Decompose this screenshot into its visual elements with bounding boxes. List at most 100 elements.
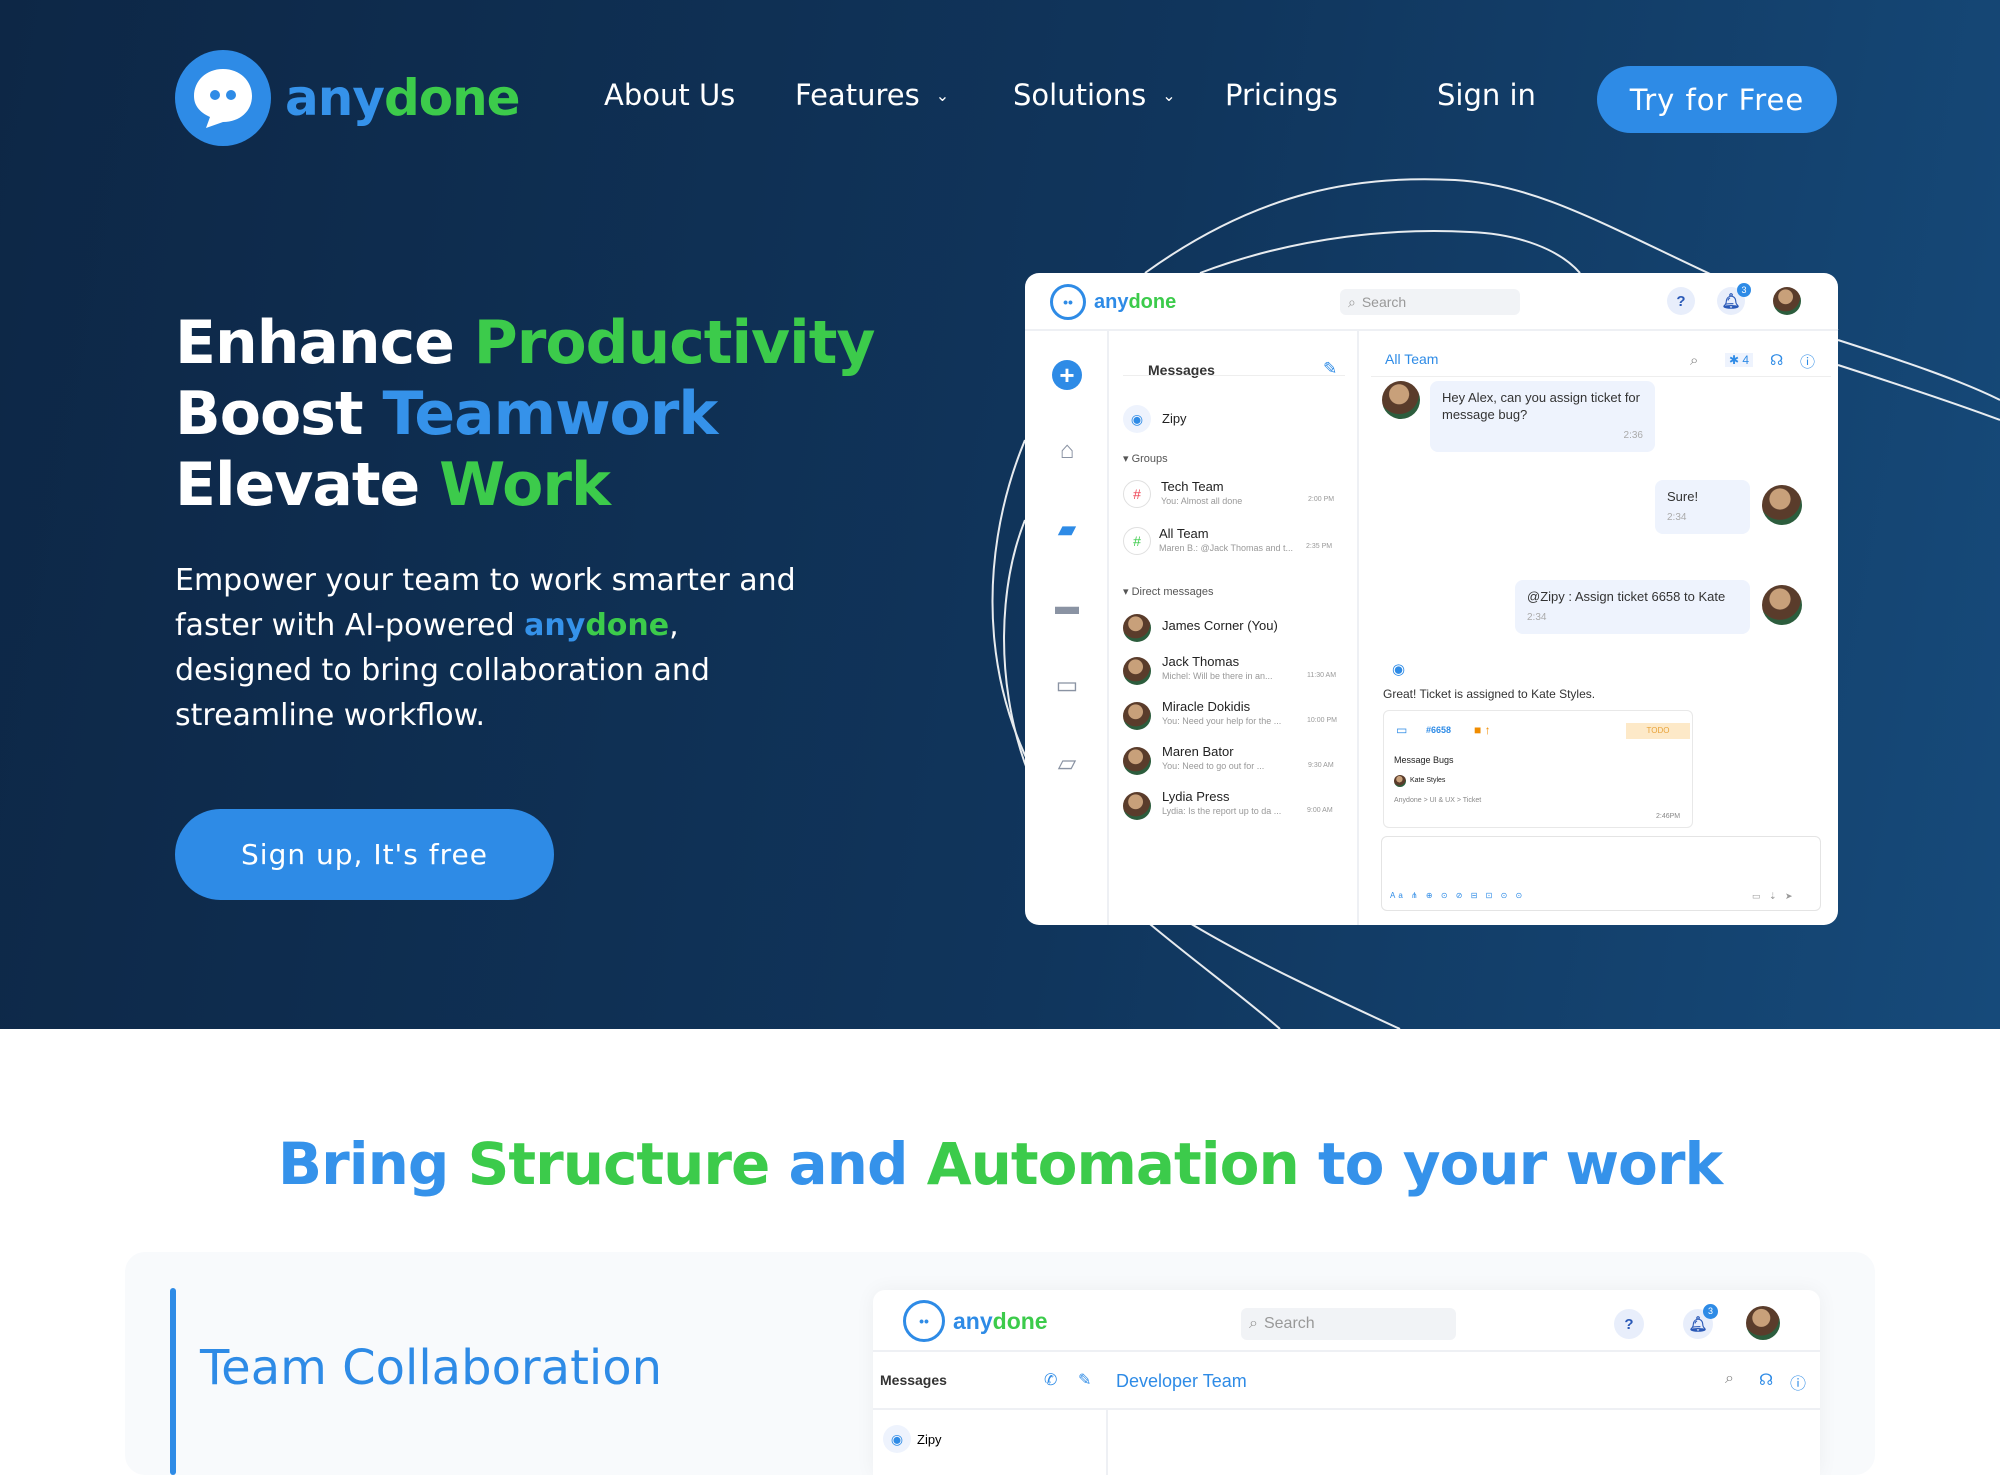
dm-name[interactable]: James Corner (You) xyxy=(1162,618,1278,633)
compose-icon[interactable]: ✎ xyxy=(1323,359,1337,379)
headline-3a: Elevate xyxy=(175,450,440,520)
nav-solutions[interactable]: Solutions ⌄ xyxy=(1013,78,1176,112)
pin-icon: ✱ xyxy=(1729,353,1743,367)
dm-label[interactable]: ▾ Direct messages xyxy=(1123,585,1214,598)
hero-headline: Enhance Productivity Boost Teamwork Elev… xyxy=(175,308,876,521)
dm-preview: Lydia: Is the report up to da ... xyxy=(1162,806,1282,816)
hash-icon: # xyxy=(1123,480,1151,508)
send-icon[interactable]: ▭ ⇣ ➤ xyxy=(1752,891,1796,902)
headline-line-1: Enhance Productivity xyxy=(175,308,876,379)
app-search-input[interactable]: ⌕ Search xyxy=(1340,289,1520,315)
app-brand: anydone xyxy=(1094,291,1176,314)
ticket-id: #6658 xyxy=(1426,725,1452,735)
channel-title: Developer Team xyxy=(1116,1371,1247,1391)
dm-name[interactable]: Maren Bator xyxy=(1162,744,1234,759)
chat-divider xyxy=(1371,376,1831,377)
try-for-free-button[interactable]: Try for Free xyxy=(1597,66,1837,133)
chat-area xyxy=(1385,351,1825,352)
user-avatar[interactable] xyxy=(1746,1306,1780,1340)
headline-1a: Enhance xyxy=(175,308,474,378)
app-logo: •• anydone xyxy=(1050,284,1176,320)
dm-preview: You: Need your help for the ... xyxy=(1162,716,1282,726)
header-divider xyxy=(873,1408,1820,1410)
notification-badge: 3 xyxy=(1703,1304,1718,1319)
groups-label[interactable]: ▾ Groups xyxy=(1123,452,1168,465)
calendar-icon[interactable]: ▭ xyxy=(1052,670,1082,700)
info-icon[interactable]: ⓘ xyxy=(1800,351,1815,372)
group-name[interactable]: Tech Team xyxy=(1161,479,1224,494)
pin-count-value: 4 xyxy=(1742,353,1750,367)
user-avatar[interactable] xyxy=(1773,287,1801,315)
group-preview: Maren B.: @Jack Thomas and t... xyxy=(1159,543,1294,553)
dm-name[interactable]: Lydia Press xyxy=(1162,789,1229,804)
feature-team-collaboration[interactable]: Team Collaboration xyxy=(200,1340,662,1396)
nav-solutions-label: Solutions xyxy=(1013,78,1147,112)
title-part-4: Automation xyxy=(926,1130,1300,1198)
notification-badge: 3 xyxy=(1737,283,1751,297)
chat-bubble-logo-icon: •• xyxy=(1050,284,1086,320)
chevron-down-icon: ⌄ xyxy=(1162,85,1176,105)
search-icon[interactable]: ⌕ xyxy=(1690,352,1698,369)
nav-features[interactable]: Features ⌄ xyxy=(795,78,949,112)
chat-message: @Zipy : Assign ticket 6658 to Kate 2:34 xyxy=(1515,580,1750,634)
chat-message: Sure! 2:34 xyxy=(1655,480,1750,534)
dm-time: 10:00 PM xyxy=(1307,717,1337,724)
avatar xyxy=(1123,792,1151,820)
folder-icon[interactable]: ▱ xyxy=(1052,748,1082,778)
title-part-2: Structure xyxy=(467,1130,771,1198)
avatar xyxy=(1123,614,1151,642)
phone-icon[interactable]: ✆ xyxy=(1044,1370,1057,1390)
ticket-icon: ▭ xyxy=(1396,723,1408,737)
group-name[interactable]: All Team xyxy=(1159,526,1209,541)
ticket-title: Message Bugs xyxy=(1394,755,1454,765)
avatar xyxy=(1762,485,1802,525)
chat-bubble-logo-icon: •• xyxy=(903,1300,945,1342)
dm-time: 9:30 AM xyxy=(1308,762,1334,769)
search-placeholder: Search xyxy=(1361,294,1407,310)
headline-1b: Productivity xyxy=(473,308,876,378)
dm-name[interactable]: Miracle Dokidis xyxy=(1162,699,1250,714)
headset-icon[interactable]: ☊ xyxy=(1759,1370,1773,1390)
message-text: Sure! xyxy=(1667,489,1699,504)
signup-button[interactable]: Sign up, It's free xyxy=(175,809,554,900)
chat-icon[interactable]: ▰ xyxy=(1052,514,1082,544)
bot-icon: ◉ xyxy=(1123,405,1151,433)
messages-title: Messages xyxy=(880,1372,947,1388)
pin-count[interactable]: ✱ 4 xyxy=(1725,353,1754,367)
group-preview: You: Almost all done xyxy=(1161,496,1243,506)
bot-message: Great! Ticket is assigned to Kate Styles… xyxy=(1383,687,1596,701)
section-title: Bring Structure and Automation to your w… xyxy=(0,1130,2000,1198)
formatting-toolbar-icon[interactable]: Aa ⋔ ⊕ ⊙ ⊘ ⊟ ⊡ ⊙ ⊙ xyxy=(1390,891,1525,900)
app-search-input[interactable]: ⌕ Search xyxy=(1241,1308,1456,1340)
app-preview: •• anydone ⌕ Search ? 🔔︎ 3 + ⌂ ▰ ▬ ▭ ▱ Me… xyxy=(1025,273,1838,925)
home-icon[interactable]: ⌂ xyxy=(1052,436,1082,466)
topbar-divider xyxy=(873,1350,1820,1352)
plus-icon[interactable]: + xyxy=(1052,360,1082,390)
nav-about[interactable]: About Us xyxy=(604,78,735,112)
ticket-icon[interactable]: ▬ xyxy=(1052,592,1082,622)
hero-section: anydone About Us Features ⌄ Solutions ⌄ Pr… xyxy=(0,0,2000,1029)
zipy-label[interactable]: Zipy xyxy=(1162,411,1187,426)
list-divider xyxy=(1123,375,1345,376)
dm-time: 11:30 AM xyxy=(1307,672,1337,679)
zipy-label[interactable]: Zipy xyxy=(917,1432,942,1447)
headline-3b: Work xyxy=(439,450,611,520)
channel-title: All Team xyxy=(1385,351,1439,367)
nav-pricings-label: Pricings xyxy=(1225,78,1338,112)
headset-icon[interactable]: ☊ xyxy=(1770,351,1783,369)
nav-pricings[interactable]: Pricings xyxy=(1225,78,1338,112)
compose-icon[interactable]: ✎ xyxy=(1078,1370,1091,1390)
chevron-down-icon: ⌄ xyxy=(935,85,950,105)
brand-logo[interactable]: anydone xyxy=(175,50,521,146)
message-time: 2:34 xyxy=(1667,512,1687,523)
nav-signin[interactable]: Sign in xyxy=(1437,78,1536,112)
help-icon[interactable]: ? xyxy=(1667,287,1695,315)
info-icon[interactable]: ⓘ xyxy=(1790,1370,1806,1394)
ticket-card[interactable]: ▭ #6658 ■ ↑ TODO Message Bugs Kate Style… xyxy=(1383,710,1693,828)
help-icon[interactable]: ? xyxy=(1614,1309,1644,1339)
search-icon[interactable]: ⌕ xyxy=(1725,1370,1734,1388)
headline-2b: Teamwork xyxy=(382,379,718,449)
group-time: 2:35 PM xyxy=(1306,543,1333,550)
dm-name[interactable]: Jack Thomas xyxy=(1162,654,1239,669)
message-composer[interactable]: Aa ⋔ ⊕ ⊙ ⊘ ⊟ ⊡ ⊙ ⊙ ▭ ⇣ ➤ xyxy=(1381,836,1821,911)
